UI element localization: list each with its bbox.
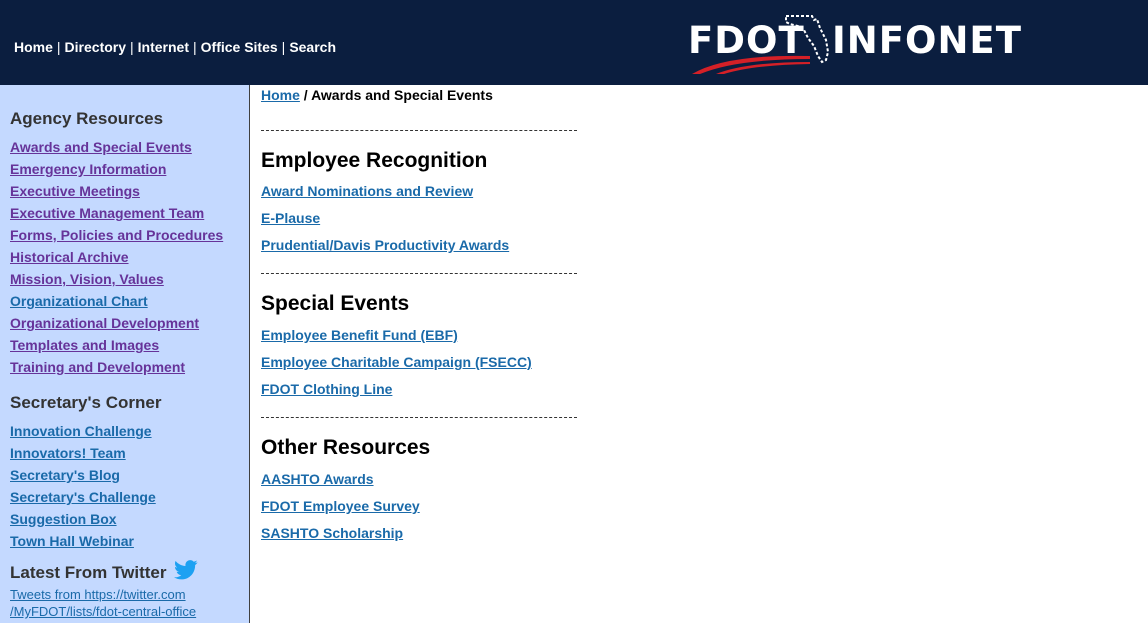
other-resources-heading: Other Resources bbox=[261, 436, 431, 459]
sidebar-item-town-hall[interactable]: Town Hall Webinar bbox=[10, 530, 161, 552]
agency-resources-section: Agency Resources Awards and Special Even… bbox=[10, 109, 223, 378]
nav-separator: | bbox=[281, 39, 286, 55]
sidebar-item-secretarys-challenge[interactable]: Secretary's Challenge bbox=[10, 486, 161, 508]
award-nominations-link[interactable]: Award Nominations and Review bbox=[261, 183, 473, 199]
nav-search-link[interactable]: Search bbox=[289, 39, 336, 55]
secretarys-corner-heading: Secretary's Corner bbox=[10, 393, 162, 412]
nav-separator: | bbox=[56, 39, 61, 55]
nav-separator: | bbox=[130, 39, 134, 55]
sidebar-item-historical-archive[interactable]: Historical Archive bbox=[10, 246, 223, 268]
sashto-scholarship-link[interactable]: SASHTO Scholarship bbox=[261, 525, 403, 541]
employee-recognition-heading: Employee Recognition bbox=[261, 149, 488, 172]
nav-home-link[interactable]: Home bbox=[14, 39, 53, 55]
breadcrumb-current: Awards and Special Events bbox=[311, 87, 493, 103]
breadcrumb: Home / Awards and Special Events bbox=[261, 87, 493, 103]
twitter-feed-link-line1[interactable]: Tweets from https://twitter.com bbox=[10, 586, 198, 603]
sidebar-item-executive-management[interactable]: Executive Management Team bbox=[10, 202, 223, 224]
employee-benefit-fund-link[interactable]: Employee Benefit Fund (EBF) bbox=[261, 327, 458, 343]
twitter-bird-icon[interactable] bbox=[174, 560, 198, 580]
secretarys-corner-section: Secretary's Corner Innovation Challenge … bbox=[10, 393, 161, 552]
nav-office-sites-link[interactable]: Office Sites bbox=[201, 39, 278, 55]
twitter-heading: Latest From Twitter bbox=[10, 563, 167, 582]
site-header: Home | Directory | Internet | Office Sites | Sea… bbox=[0, 0, 1148, 85]
sidebar-item-suggestion-box[interactable]: Suggestion Box bbox=[10, 508, 161, 530]
section-divider bbox=[261, 130, 577, 131]
sidebar-item-training[interactable]: Training and Development bbox=[10, 356, 223, 378]
clothing-line-link[interactable]: FDOT Clothing Line bbox=[261, 381, 392, 397]
sidebar-item-executive-meetings[interactable]: Executive Meetings bbox=[10, 180, 223, 202]
special-events-heading: Special Events bbox=[261, 292, 410, 315]
fdot-infonet-logo[interactable]: FDOT INFONET bbox=[686, 10, 1021, 76]
agency-resources-heading: Agency Resources bbox=[10, 109, 164, 128]
nav-directory-link[interactable]: Directory bbox=[65, 39, 126, 55]
top-navigation: Home | Directory | Internet | Office Sites | Sea… bbox=[14, 39, 336, 55]
sidebar-item-innovation-challenge[interactable]: Innovation Challenge bbox=[10, 420, 161, 442]
logo-swoosh-icon bbox=[692, 55, 810, 74]
sidebar-item-innovators-team[interactable]: Innovators! Team bbox=[10, 442, 161, 464]
sidebar-item-org-chart[interactable]: Organizational Chart bbox=[10, 290, 223, 312]
section-divider bbox=[261, 417, 577, 418]
sidebar-item-emergency[interactable]: Emergency Information bbox=[10, 158, 223, 180]
employee-survey-link[interactable]: FDOT Employee Survey bbox=[261, 498, 420, 514]
logo-text-infonet: INFONET bbox=[832, 19, 1022, 62]
prudential-davis-link[interactable]: Prudential/Davis Productivity Awards bbox=[261, 237, 509, 253]
breadcrumb-home-link[interactable]: Home bbox=[261, 87, 300, 103]
e-plause-link[interactable]: E-Plause bbox=[261, 210, 320, 226]
aashto-awards-link[interactable]: AASHTO Awards bbox=[261, 471, 374, 487]
section-divider bbox=[261, 273, 577, 274]
breadcrumb-separator: / bbox=[303, 87, 308, 103]
nav-internet-link[interactable]: Internet bbox=[138, 39, 189, 55]
sidebar-item-mission-vision[interactable]: Mission, Vision, Values bbox=[10, 268, 223, 290]
sidebar: Agency Resources Awards and Special Even… bbox=[0, 85, 250, 623]
twitter-heading-row: Latest From Twitter bbox=[10, 560, 198, 583]
sidebar-item-secretarys-blog[interactable]: Secretary's Blog bbox=[10, 464, 161, 486]
nav-separator: | bbox=[193, 39, 197, 55]
twitter-feed-link-line2[interactable]: /MyFDOT/lists/fdot-central-office bbox=[10, 603, 198, 620]
sidebar-item-awards[interactable]: Awards and Special Events bbox=[10, 136, 223, 158]
charitable-campaign-link[interactable]: Employee Charitable Campaign (FSECC) bbox=[261, 354, 532, 370]
sidebar-item-org-development[interactable]: Organizational Development bbox=[10, 312, 223, 334]
twitter-section: Latest From Twitter Tweets from https://… bbox=[10, 560, 198, 620]
sidebar-item-forms-policies[interactable]: Forms, Policies and Procedures bbox=[10, 224, 223, 246]
sidebar-item-templates[interactable]: Templates and Images bbox=[10, 334, 223, 356]
